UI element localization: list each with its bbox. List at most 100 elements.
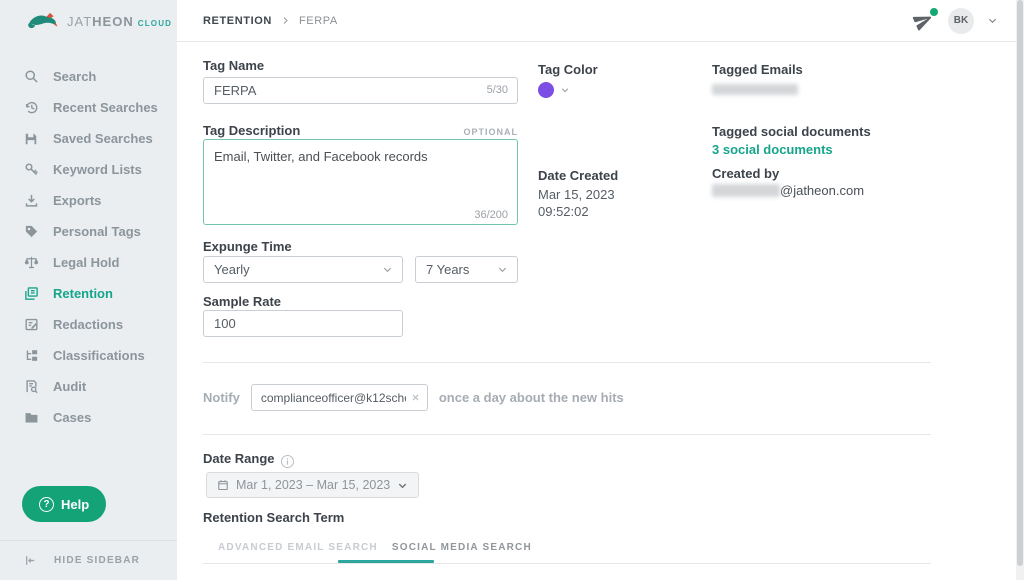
sidebar-item-label: Personal Tags [53, 224, 141, 239]
sidebar-item-search[interactable]: Search [0, 61, 177, 92]
date-range-label: Date Range [203, 451, 275, 466]
breadcrumb-root[interactable]: RETENTION [203, 15, 272, 27]
notify-label: Notify [203, 390, 240, 405]
expunge-duration-select[interactable]: 7 Years [415, 256, 518, 283]
tagged-emails-redacted-value [712, 84, 798, 95]
social-documents-link[interactable]: 3 social documents [712, 142, 833, 157]
remove-email-icon[interactable] [411, 393, 420, 402]
sidebar-item-label: Recent Searches [53, 100, 158, 115]
expunge-duration-value: 7 Years [426, 262, 469, 277]
avatar[interactable]: BK [948, 8, 974, 34]
sidebar-item-personal-tags[interactable]: Personal Tags [0, 216, 177, 247]
sidebar: JAT HEON CLOUD Search Recent Searches [0, 0, 177, 580]
tree-icon [24, 348, 40, 364]
sidebar-item-redactions[interactable]: Redactions [0, 309, 177, 340]
sidebar-item-label: Retention [53, 286, 113, 301]
tag-icon [24, 224, 40, 240]
sample-rate-field-wrap [203, 310, 403, 337]
sidebar-item-cases[interactable]: Cases [0, 402, 177, 433]
sidebar-item-label: Redactions [53, 317, 123, 332]
help-button[interactable]: ? Help [22, 486, 106, 522]
expunge-time-label: Expunge Time [203, 239, 292, 254]
tag-color-picker[interactable] [538, 82, 570, 98]
calendar-icon [217, 479, 229, 491]
topbar: RETENTION FERPA BK [177, 0, 1016, 42]
sidebar-item-saved-searches[interactable]: Saved Searches [0, 123, 177, 154]
tag-name-label: Tag Name [203, 58, 264, 73]
breadcrumb-current: FERPA [299, 15, 338, 27]
info-icon[interactable] [281, 455, 294, 468]
tag-color-swatch [538, 82, 554, 98]
sidebar-item-label: Classifications [53, 348, 145, 363]
search-icon [24, 69, 40, 85]
date-range-value: Mar 1, 2023 – Mar 15, 2023 [236, 478, 390, 492]
collapse-left-icon [24, 554, 37, 567]
brand-text-heon: HEON [92, 14, 134, 29]
history-icon [24, 100, 40, 116]
notify-row: Notify complianceofficer@k12school.c onc… [203, 384, 624, 411]
question-mark-icon: ? [39, 497, 54, 512]
date-created-label: Date Created [538, 168, 618, 183]
tab-advanced-email-search[interactable]: ADVANCED EMAIL SEARCH [218, 542, 378, 553]
sidebar-item-audit[interactable]: Audit [0, 371, 177, 402]
retention-tag-form: Tag Name 5/30 Tag Description OPTIONAL E… [177, 42, 1016, 580]
tagged-emails-label: Tagged Emails [712, 62, 803, 77]
tag-description-label-row: Tag Description OPTIONAL [203, 123, 518, 138]
date-created-time: 09:52:02 [538, 203, 589, 220]
tag-description-field-wrap: Email, Twitter, and Facebook records 36/… [203, 139, 518, 230]
stack-icon [24, 286, 40, 302]
optional-badge: OPTIONAL [464, 127, 519, 137]
tag-description-textarea[interactable]: Email, Twitter, and Facebook records [203, 139, 518, 225]
notify-email-chip[interactable]: complianceofficer@k12school.c [251, 384, 428, 411]
sidebar-item-exports[interactable]: Exports [0, 185, 177, 216]
folder-icon [24, 410, 40, 426]
chevron-down-icon [397, 480, 408, 491]
created-by-row: @jatheon.com [712, 183, 864, 198]
vertical-scrollbar[interactable] [1016, 0, 1024, 580]
sidebar-item-classifications[interactable]: Classifications [0, 340, 177, 371]
sidebar-nav: Search Recent Searches Saved Searches Ke… [0, 61, 177, 433]
notify-email-value: complianceofficer@k12school.c [261, 391, 406, 405]
fox-logo-icon [26, 10, 60, 32]
sidebar-item-label: Search [53, 69, 96, 84]
tag-description-label: Tag Description [203, 123, 300, 138]
chevron-down-icon[interactable] [987, 15, 998, 26]
date-range-label-row: Date Range [203, 450, 294, 468]
brand-text-jat: JAT [67, 14, 92, 29]
search-tabs: ADVANCED EMAIL SEARCH SOCIAL MEDIA SEARC… [203, 542, 532, 553]
sidebar-item-label: Keyword Lists [53, 162, 142, 177]
sidebar-item-label: Exports [53, 193, 101, 208]
sidebar-item-label: Legal Hold [53, 255, 119, 270]
send-notifications-icon[interactable] [913, 10, 935, 32]
tab-social-media-search[interactable]: SOCIAL MEDIA SEARCH [392, 542, 532, 553]
scrollbar-thumb[interactable] [1017, 0, 1023, 566]
sidebar-item-legal-hold[interactable]: Legal Hold [0, 247, 177, 278]
tagged-social-documents-label: Tagged social documents [712, 124, 871, 139]
audit-icon [24, 379, 40, 395]
hide-sidebar-label: HIDE SIDEBAR [54, 555, 140, 566]
tag-name-field-wrap: 5/30 [203, 77, 518, 104]
sidebar-item-keyword-lists[interactable]: Keyword Lists [0, 154, 177, 185]
retention-search-term-label: Retention Search Term [203, 510, 344, 525]
hide-sidebar-button[interactable]: HIDE SIDEBAR [0, 540, 177, 580]
date-created-date: Mar 15, 2023 [538, 186, 615, 203]
tag-color-label: Tag Color [538, 62, 598, 77]
brand-text-cloud: CLOUD [138, 19, 172, 28]
chevron-down-icon [497, 264, 508, 275]
created-by-domain: @jatheon.com [780, 183, 864, 198]
expunge-period-select[interactable]: Yearly [203, 256, 403, 283]
redact-icon [24, 317, 40, 333]
brand-logo[interactable]: JAT HEON CLOUD [0, 0, 177, 42]
tag-name-input[interactable] [203, 77, 518, 104]
sample-rate-input[interactable] [203, 310, 403, 337]
sidebar-item-label: Audit [53, 379, 86, 394]
sidebar-item-recent-searches[interactable]: Recent Searches [0, 92, 177, 123]
brand-wordmark: JAT HEON CLOUD [67, 14, 172, 29]
sidebar-item-retention[interactable]: Retention [0, 278, 177, 309]
topbar-actions: BK [913, 8, 998, 34]
save-icon [24, 131, 40, 147]
date-range-picker[interactable]: Mar 1, 2023 – Mar 15, 2023 [206, 472, 419, 498]
sidebar-item-label: Cases [53, 410, 91, 425]
created-by-redacted-name [712, 184, 780, 197]
sample-rate-label: Sample Rate [203, 294, 281, 309]
